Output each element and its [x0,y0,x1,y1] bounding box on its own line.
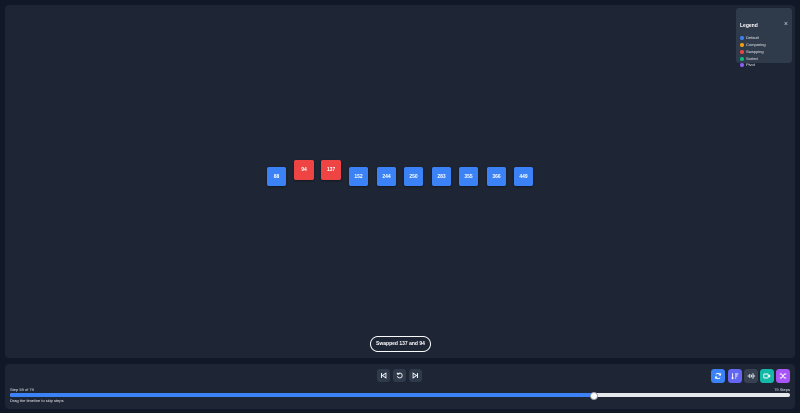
legend-label: Pivot [746,62,755,67]
timeline-handle[interactable] [589,392,598,400]
array-element: 283 [432,167,451,186]
video-icon [763,373,771,379]
legend-label: Swapping [746,49,764,54]
legend-panel: Legend × Default Comparing Swapping Sort… [736,8,792,67]
step-back-button[interactable] [377,369,390,382]
legend-dot [740,62,744,67]
shuffle-icon [779,373,787,379]
array-element: 355 [459,167,478,186]
total-steps: 79 Steps [774,387,790,392]
sound-icon [747,373,755,379]
sound-button[interactable] [744,369,758,383]
legend-dot [740,49,744,54]
legend-item-pivot: Pivot [740,62,755,67]
array-element: 88 [267,167,286,186]
array-element-swapping: 137 [321,160,341,180]
legend-title: Legend [740,23,758,29]
refresh-icon [714,372,722,380]
array-element: 244 [377,167,396,186]
legend-label: Sorted [746,56,758,61]
timeline-progress [10,393,593,397]
regenerate-button[interactable] [711,369,725,383]
skip-forward-icon [412,372,418,379]
algorithm-button[interactable] [728,369,742,383]
skip-back-icon [381,372,387,379]
status-message: Swapped 137 and 94 [370,336,431,352]
step-counter: Step 59 of 79 [10,387,34,392]
array-element: 366 [487,167,506,186]
shuffle-button[interactable] [776,369,790,383]
legend-dot [740,35,744,40]
legend-item-swapping: Swapping [740,49,764,54]
visualization-stage [5,5,795,358]
timeline-slider[interactable] [10,392,790,400]
legend-dot [740,42,744,47]
step-forward-button[interactable] [409,369,422,382]
legend-item-default: Default [740,35,759,40]
close-icon[interactable]: × [784,21,788,28]
reset-button[interactable] [393,369,406,382]
array-element: 250 [404,167,423,186]
legend-item-sorted: Sorted [740,56,758,61]
record-button[interactable] [760,369,774,383]
array-element: 449 [514,167,533,186]
legend-label: Comparing [746,42,766,47]
array-element-swapping: 94 [294,160,314,180]
array-element: 152 [349,167,368,186]
rotate-ccw-icon [396,372,403,379]
sort-icon [731,373,739,380]
timeline-hint: Drag the timeline to skip steps [10,398,64,403]
legend-label: Default [746,35,759,40]
legend-item-comparing: Comparing [740,42,766,47]
legend-dot [740,56,744,61]
